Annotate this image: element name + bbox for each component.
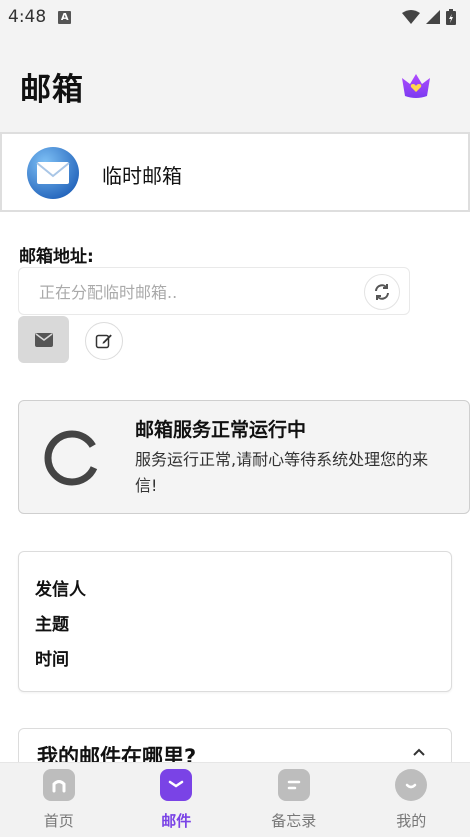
nav-label-mail: 邮件	[161, 812, 192, 830]
sender-label: 发信人	[35, 580, 86, 600]
edit-icon	[95, 334, 112, 349]
mail-icon	[34, 332, 53, 347]
refresh-button[interactable]	[364, 274, 400, 310]
wifi-icon	[402, 10, 420, 24]
nav-item-home[interactable]: 首页	[0, 763, 118, 837]
faq-title: 我的邮件在哪里?	[37, 745, 197, 762]
email-address-field	[18, 267, 410, 315]
time-label: 时间	[35, 650, 69, 670]
status-bar: 4:48 A	[0, 0, 470, 34]
nav-item-notes[interactable]: 备忘录	[235, 763, 353, 837]
nav-item-mail[interactable]: 邮件	[118, 763, 236, 837]
mailbox-card[interactable]: 临时邮箱	[0, 132, 470, 212]
mailbox-name: 临时邮箱	[102, 164, 182, 188]
email-address-label: 邮箱地址:	[19, 247, 94, 267]
a-icon: A	[58, 10, 72, 24]
page-title: 邮箱	[20, 72, 84, 108]
mail-icon	[160, 769, 193, 801]
nav-label-notes: 备忘录	[271, 812, 317, 830]
nav-item-profile[interactable]: 我的	[353, 763, 470, 837]
subject-label: 主题	[35, 615, 69, 635]
notes-icon	[277, 769, 310, 801]
edit-button[interactable]	[85, 322, 123, 360]
crown-heart-icon[interactable]	[400, 70, 432, 102]
service-status-title: 邮箱服务正常运行中	[135, 419, 307, 441]
nav-label-home: 首页	[43, 812, 74, 830]
envelope-icon	[27, 147, 79, 199]
refresh-icon	[375, 284, 389, 300]
mail-button[interactable]	[18, 316, 69, 363]
main-content: 邮箱地址: 邮箱服务正常运行中 服务运行正常,请耐心等待系统处理您的来信!	[0, 212, 470, 762]
service-status-card: 邮箱服务正常运行中 服务运行正常,请耐心等待系统处理您的来信!	[18, 400, 470, 514]
home-icon	[42, 769, 75, 801]
email-address-input[interactable]	[37, 278, 361, 306]
profile-icon	[395, 769, 428, 801]
app-header: 邮箱	[0, 34, 470, 132]
signal-icon	[426, 10, 440, 24]
battery-icon	[446, 9, 456, 25]
loading-spinner-icon	[44, 430, 100, 486]
mail-detail-card: 发信人 主题 时间	[18, 551, 452, 692]
nav-label-profile: 我的	[396, 812, 427, 830]
chevron-icon[interactable]	[411, 745, 427, 761]
bottom-nav: 首页 邮件 备忘录 我的	[0, 762, 470, 837]
status-time: 4:48	[8, 7, 47, 27]
service-status-desc: 服务运行正常,请耐心等待系统处理您的来信!	[135, 450, 429, 495]
faq-card[interactable]: 我的邮件在哪里?	[18, 728, 452, 762]
